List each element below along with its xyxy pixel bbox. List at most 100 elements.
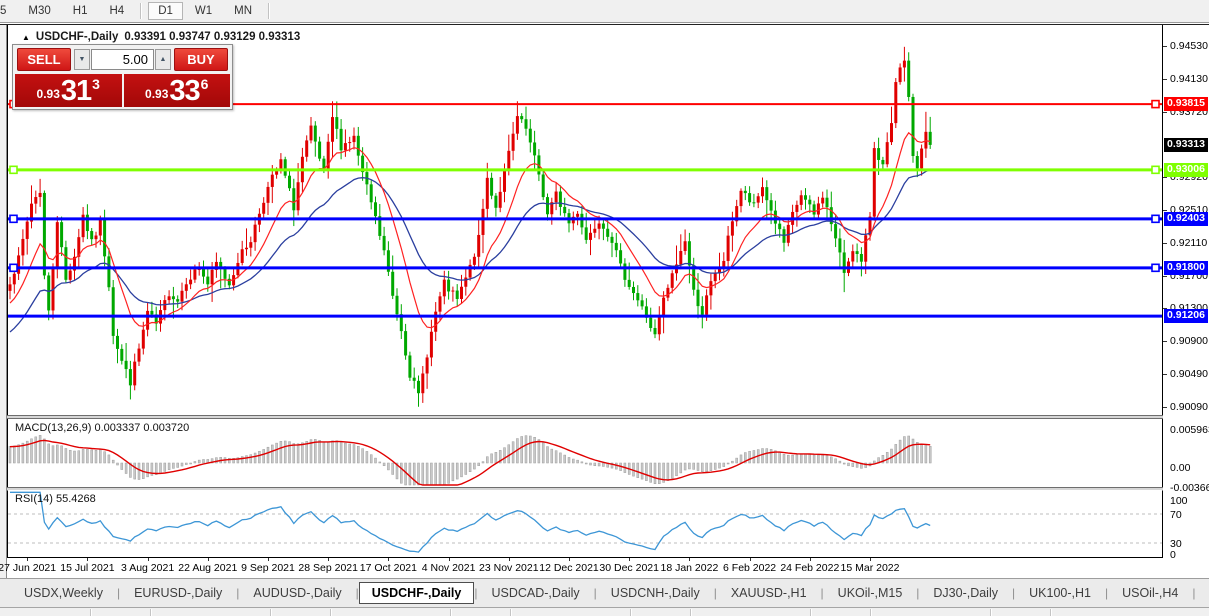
timeframe-button-m30[interactable]: M30 <box>18 2 60 20</box>
date-tick <box>328 558 330 561</box>
axis-tick <box>1163 78 1167 80</box>
timeframe-toolbar: 5 M30 H1 H4 D1 W1 MN <box>0 0 1209 23</box>
volume-decrease-button[interactable]: ▼ <box>74 49 90 70</box>
date-label: 24 Feb 2022 <box>780 562 840 574</box>
date-tick <box>27 558 29 561</box>
chart-window: ▲ USDCHF-,Daily 0.93391 0.93747 0.93129 … <box>0 23 1209 615</box>
buy-button[interactable]: BUY <box>174 48 228 71</box>
timeframe-button-h1[interactable]: H1 <box>63 2 98 20</box>
axis-tick <box>1163 374 1167 376</box>
timeframe-button-w1[interactable]: W1 <box>185 2 222 20</box>
sell-price-pip: 3 <box>92 76 100 92</box>
level-line-handle[interactable] <box>1151 165 1160 175</box>
price-chart-panel[interactable]: ▲ USDCHF-,Daily 0.93391 0.93747 0.93129 … <box>8 26 1162 415</box>
rsi-label: RSI(14) 55.4268 <box>15 493 96 505</box>
level-line-handle[interactable] <box>1151 99 1160 109</box>
macd-histogram <box>8 435 932 486</box>
tab-audusd-daily[interactable]: AUDUSD-,Daily <box>239 583 355 603</box>
volume-field[interactable]: 5.00 <box>91 49 154 70</box>
collapse-triangle-icon[interactable]: ▲ <box>22 33 30 42</box>
axis-tick-label: 0.94530 <box>1170 40 1208 52</box>
level-line-handle[interactable] <box>9 165 18 175</box>
tab-usdcnh-daily[interactable]: USDCNH-,Daily <box>597 583 714 603</box>
sell-price-big: 31 <box>60 75 92 107</box>
axis-tick-label: 0.94130 <box>1170 72 1208 85</box>
tab-eurusd-daily[interactable]: EURUSD-,Daily <box>120 583 236 603</box>
date-tick <box>508 558 510 561</box>
chart-ohlc-values: 0.93391 0.93747 0.93129 0.93313 <box>124 31 301 43</box>
date-label: 17 Oct 2021 <box>359 562 417 574</box>
date-tick <box>448 558 450 561</box>
date-label: 6 Feb 2022 <box>723 562 777 574</box>
toolbar-separator <box>268 3 271 19</box>
date-tick <box>569 558 570 561</box>
date-tick <box>87 558 89 561</box>
price-badge: 0.92403 <box>1164 211 1208 226</box>
timeframe-button-5[interactable]: 5 <box>0 2 16 20</box>
axis-tick <box>1163 176 1167 178</box>
sell-button[interactable]: SELL <box>17 48 71 71</box>
tab-ukoil-m15[interactable]: UKOil-,M15 <box>824 583 917 603</box>
date-label: 22 Aug 2021 <box>178 562 238 574</box>
date-label: 3 Aug 2021 <box>121 562 175 574</box>
tab-usdcad-daily[interactable]: USDCAD-,Daily <box>477 583 593 603</box>
sell-price-display[interactable]: 0.93 31 3 <box>15 74 122 107</box>
macd-label: MACD(13,26,9) 0.003337 0.003720 <box>15 422 190 434</box>
volume-increase-button[interactable]: ▲ <box>155 49 171 70</box>
axis-tick-label: 0.90490 <box>1170 368 1208 381</box>
buy-price-big: 33 <box>169 75 200 107</box>
buy-price-prefix: 0.93 <box>145 87 169 101</box>
axis-tick-label: 0.90090 <box>1170 400 1208 413</box>
window-gutter <box>0 25 7 579</box>
date-label: 15 Jul 2021 <box>60 562 115 574</box>
toolbar-separator <box>140 3 143 19</box>
level-line-handle[interactable] <box>9 263 18 273</box>
tab-uk100-h1[interactable]: UK100-,H1 <box>1015 583 1105 603</box>
date-tick <box>689 558 691 561</box>
window-border-top <box>0 24 1209 25</box>
date-axis[interactable]: 27 Jun 2021 15 Jul 2021 3 Aug 2021 22 Aug 2… <box>0 558 1209 578</box>
axis-tick-label: 0.92110 <box>1170 236 1208 249</box>
chart-symbol-timeframe: USDCHF-,Daily <box>35 31 119 43</box>
macd-axis-label: -0.003664 <box>1170 482 1209 494</box>
tab-dj30-daily[interactable]: DJ30-,Daily <box>919 583 1012 603</box>
date-tick <box>388 558 390 561</box>
level-line-handle[interactable] <box>9 214 18 224</box>
level-line-handle[interactable] <box>1151 214 1160 224</box>
macd-panel[interactable]: MACD(13,26,9) 0.003337 0.003720 <box>8 419 1162 487</box>
date-label: 28 Sep 2021 <box>298 562 358 574</box>
tab-xauusd-h1[interactable]: XAUUSD-,H1 <box>717 583 821 603</box>
date-tick <box>870 558 871 561</box>
level-line-handle[interactable] <box>1151 263 1160 273</box>
date-label: 15 Mar 2022 <box>840 562 900 574</box>
status-bar <box>0 607 1209 616</box>
chart-tab-bar: USDX,Weekly | EURUSD-,Daily | AUDUSD-,Daily |… <box>0 578 1209 607</box>
price-badge: 0.93006 <box>1164 162 1208 177</box>
timeframe-button-mn[interactable]: MN <box>224 2 262 20</box>
rsi-panel[interactable]: RSI(14) 55.4268 <box>8 490 1162 557</box>
one-click-trade-panel: SELL ▼ 5.00 ▲ BUY 0.93 31 3 0.93 33 6 <box>12 44 233 110</box>
date-label: 23 Nov 2021 <box>479 562 539 574</box>
volume-stepper: ▼ 5.00 ▲ <box>74 49 171 70</box>
price-axis[interactable]: 0.94530 0.94130 0.93720 0.92920 0.92510 0.921… <box>1163 25 1209 561</box>
tab-usdchf-daily[interactable]: USDCHF-,Daily <box>358 582 475 604</box>
tab-usoil-h4[interactable]: USOil-,H4 <box>1108 583 1192 603</box>
price-badge: 0.91800 <box>1164 260 1208 275</box>
buy-price-pip: 6 <box>200 76 209 92</box>
axis-tick <box>1163 111 1167 113</box>
buy-price-display[interactable]: 0.93 33 6 <box>123 74 230 107</box>
sell-price-prefix: 0.93 <box>36 87 60 101</box>
tab-usdx-weekly[interactable]: USDX,Weekly <box>10 583 117 603</box>
axis-tick <box>1163 275 1167 277</box>
date-tick <box>147 558 149 561</box>
date-label: 18 Jan 2022 <box>660 562 719 574</box>
axis-tick <box>1163 406 1167 408</box>
rsi-axis-label: 70 <box>1170 509 1182 521</box>
date-label: 4 Nov 2021 <box>421 562 476 574</box>
axis-tick-label: 0.90900 <box>1170 334 1208 347</box>
rsi-canvas[interactable] <box>8 490 1162 557</box>
timeframe-button-h4[interactable]: H4 <box>99 2 134 20</box>
price-badge: 0.93815 <box>1164 97 1208 112</box>
timeframe-button-d1[interactable]: D1 <box>148 2 183 20</box>
tab-hk50-daily[interactable]: HK50-,Daily <box>1195 583 1209 603</box>
